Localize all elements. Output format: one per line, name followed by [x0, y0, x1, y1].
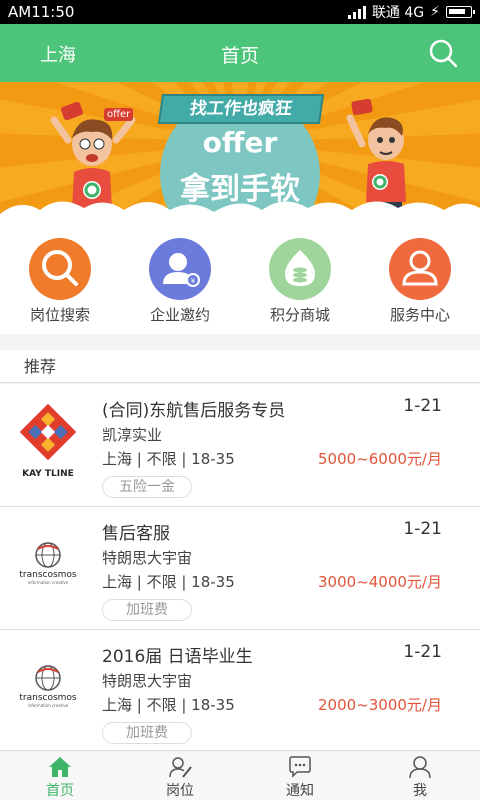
job-company: 特朗思大宇宙 — [102, 549, 193, 567]
job-edit-icon — [169, 757, 192, 778]
status-time: AM11:50 — [8, 3, 75, 21]
job-benefit-tag: 五险一金 — [102, 476, 192, 498]
job-card[interactable]: KAY TLINE (合同)东航售后服务专员 1-21 凯淳实业 上海 | 不限… — [0, 384, 480, 507]
nav-label: 通知 — [286, 783, 314, 799]
status-bar: AM11:50 联通 4G ⚡ — [0, 0, 480, 24]
job-meta: 上海 | 不限 | 18-35 — [102, 573, 235, 591]
banner-clouds — [0, 201, 480, 228]
search-icon[interactable] — [428, 38, 458, 68]
transcosmos-logo-icon: transcosmos information creative — [19, 665, 77, 708]
logo-text: KAY TLINE — [22, 469, 74, 479]
transcosmos-logo-icon: transcosmos information creative — [19, 542, 77, 585]
battery-icon — [446, 6, 475, 18]
job-company: 凯淳实业 — [102, 426, 163, 444]
bottom-nav: 首页 岗位 通知 我 — [0, 750, 480, 800]
nav-label: 我 — [413, 783, 427, 799]
carrier-label: 联通 4G — [371, 5, 425, 21]
banner-tag: 找工作也疯狂 — [157, 94, 325, 124]
svg-text:¥: ¥ — [191, 277, 196, 285]
job-card[interactable]: transcosmos information creative 2016届 日… — [0, 630, 480, 750]
menu-label: 岗位搜索 — [29, 306, 90, 324]
logo-subtext: information creative — [28, 580, 69, 585]
chat-bubble-icon — [289, 756, 311, 778]
signal-icon — [347, 5, 366, 19]
page-title: 首页 — [220, 45, 259, 67]
job-date: 1-21 — [403, 519, 442, 539]
logo-text: transcosmos — [19, 570, 77, 580]
recommend-heading: 推荐 — [0, 350, 480, 383]
job-salary: 2000~3000元/月 — [318, 696, 442, 714]
job-salary: 3000~4000元/月 — [318, 573, 442, 591]
person-icon — [389, 238, 451, 300]
charging-icon: ⚡ — [430, 4, 440, 20]
user-icon — [409, 756, 431, 779]
menu-company-invite[interactable]: ¥ 企业邀约 — [120, 238, 240, 325]
job-company: 特朗思大宇宙 — [102, 672, 193, 690]
job-salary: 5000~6000元/月 — [318, 450, 442, 468]
menu-label: 企业邀约 — [149, 306, 210, 324]
kaytline-logo-icon: KAY TLINE — [19, 403, 77, 479]
offer-sticker: offer — [104, 108, 134, 121]
menu-service-center[interactable]: 服务中心 — [360, 238, 480, 325]
nav-home[interactable]: 首页 — [0, 751, 120, 800]
job-meta: 上海 | 不限 | 18-35 — [102, 450, 235, 468]
nav-notifications[interactable]: 通知 — [240, 751, 360, 800]
banner-offer-text: offer — [202, 126, 278, 159]
promo-banner[interactable]: 找工作也疯狂 offer 拿到手软 offer — [0, 82, 480, 228]
job-benefit-tag: 加班费 — [102, 722, 192, 744]
menu-label: 服务中心 — [389, 306, 450, 324]
job-date: 1-21 — [403, 642, 442, 662]
home-icon — [49, 757, 71, 777]
job-meta: 上海 | 不限 | 18-35 — [102, 696, 235, 714]
menu-label: 积分商城 — [269, 306, 330, 324]
job-benefit-tag: 加班费 — [102, 599, 192, 621]
menu-points-mall[interactable]: 积分商城 — [240, 238, 360, 325]
job-list: KAY TLINE (合同)东航售后服务专员 1-21 凯淳实业 上海 | 不限… — [0, 384, 480, 750]
menu-job-search[interactable]: 岗位搜索 — [0, 238, 120, 325]
logo-text: transcosmos — [19, 693, 77, 703]
job-card[interactable]: transcosmos information creative 售后客服 1-… — [0, 507, 480, 630]
nav-label: 岗位 — [166, 783, 194, 799]
logo-subtext: information creative — [28, 703, 69, 708]
job-date: 1-21 — [403, 396, 442, 416]
job-title: 售后客服 — [102, 524, 170, 544]
nav-me[interactable]: 我 — [360, 751, 480, 800]
app-header: 上海 首页 — [0, 24, 480, 82]
job-title: (合同)东航售后服务专员 — [102, 401, 286, 421]
quick-menu: 岗位搜索 ¥ 企业邀约 积分商城 服务中心 — [0, 228, 480, 334]
coins-icon — [269, 238, 331, 300]
job-title: 2016届 日语毕业生 — [102, 647, 253, 667]
nav-jobs[interactable]: 岗位 — [120, 751, 240, 800]
nav-label: 首页 — [46, 783, 74, 799]
user-invite-icon: ¥ — [149, 238, 211, 300]
search-icon — [29, 238, 91, 300]
